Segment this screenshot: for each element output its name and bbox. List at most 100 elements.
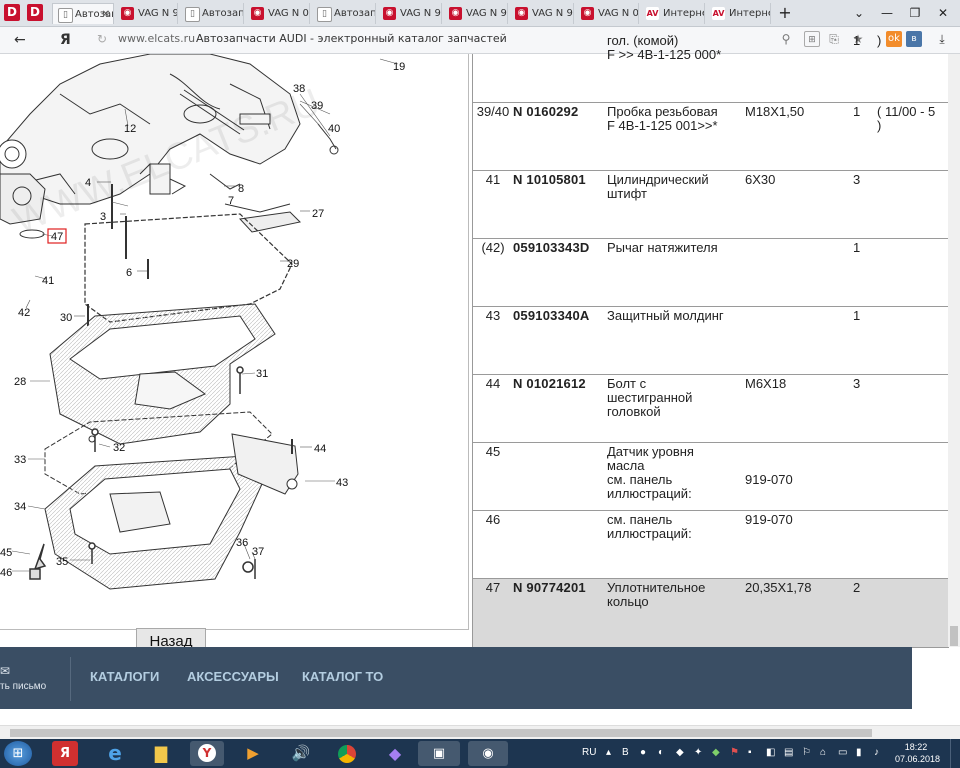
yandex-button[interactable]: Я [60,30,71,50]
refresh-icon[interactable]: ↻ [94,31,110,47]
audio-icon[interactable]: 🔊 [284,741,318,766]
diagram-callout[interactable]: 29 [287,258,299,270]
pinned-tab[interactable]: D [27,4,43,21]
diagram-callout[interactable]: 40 [328,123,340,135]
volume-icon[interactable]: ♪ [874,747,879,758]
scrollbar-thumb[interactable] [10,729,872,737]
minimize-button[interactable]: — [873,3,901,23]
tabs-menu-button[interactable]: ⌄ [845,3,873,23]
language-indicator[interactable]: RU [582,747,596,758]
diagram-callout[interactable]: 46 [0,567,12,579]
tray-arrow-icon[interactable]: ▴ [606,747,611,758]
vertical-scrollbar[interactable] [948,54,960,647]
diagram-callout[interactable]: 12 [124,123,136,135]
diagram-callout[interactable]: 35 [56,556,68,568]
browser-tab[interactable]: ◉ VAG N 90 [378,3,442,24]
diagram-callout[interactable]: 45 [0,547,12,559]
close-tab-icon[interactable]: ✕ [102,4,110,24]
parts-table-row[interactable]: 43 059103340A Защитный молдинг 1 [473,306,949,375]
signal-icon[interactable]: ▮ [856,747,862,758]
tray-app-icon[interactable]: ▪ [748,747,752,758]
part-number[interactable]: N 90774201 [513,581,607,595]
diagram-callout[interactable]: 30 [60,312,72,324]
diagram-callout[interactable]: 27 [312,208,324,220]
tray-app-icon[interactable]: ⚑ [730,747,739,758]
internet-explorer-icon[interactable]: e [98,741,132,766]
diagram-callout[interactable]: 42 [18,307,30,319]
new-tab-button[interactable]: + [771,3,799,23]
part-number[interactable]: 059103343D [513,241,607,255]
parts-table-row[interactable]: 45 Датчик уровня масла см. панель иллюстр… [473,442,949,511]
network-icon[interactable]: ⌂ [820,747,826,758]
pinned-tab[interactable]: D [4,4,20,21]
battery-icon[interactable]: ▭ [838,747,847,758]
parts-table-row[interactable]: 41 N 10105801 Цилиндрический штифт 6X30 3 [473,170,949,239]
app-window-icon[interactable]: ▣ [418,741,460,766]
show-desktop-button[interactable] [950,739,960,768]
diagram-callout[interactable]: 19 [393,61,405,73]
flag-icon[interactable]: ⚐ [802,747,811,758]
file-explorer-icon[interactable]: ▇ [144,741,178,766]
diagram-callout[interactable]: 47 [51,231,63,243]
close-window-button[interactable]: ✕ [929,3,957,23]
media-player-icon[interactable]: ▶ [236,741,270,766]
browser-tab[interactable]: ▯Автозапчасти✕ [52,3,114,24]
tray-app-icon[interactable]: ◧ [766,747,775,758]
maximize-button[interactable]: ❐ [901,3,929,23]
diagram-callout[interactable]: 8 [238,183,244,195]
parts-table-row[interactable]: (42) 059103343D Рычаг натяжителя 1 [473,238,949,307]
diagram-callout[interactable]: 34 [14,501,26,513]
system-clock[interactable]: 18:22 07.06.2018 [895,741,940,765]
browser-tab[interactable]: AV Интернет [707,3,771,24]
horizontal-scrollbar[interactable] [0,725,960,740]
tray-app-icon[interactable]: ◆ [712,747,720,758]
browser-tab[interactable]: ◉ VAG N 90 [444,3,508,24]
browser-tab[interactable]: ◉ VAG N 90 [116,3,178,24]
parts-diagram[interactable]: 19 38 39 40 12 8 4 7 3 27 47 41 6 29 42 30 31 28 32 44 33 43 3… [0,54,469,630]
diagram-callout[interactable]: 33 [14,454,26,466]
browser-tab[interactable]: ◉ VAG N 04 [246,3,310,24]
yandex-browser-taskbar-icon[interactable]: Y [190,741,224,766]
yandex-taskbar-icon[interactable]: Я [52,741,78,766]
url-text[interactable]: www.elcats.ru [118,32,195,45]
diagram-callout[interactable]: 36 [236,537,248,549]
start-button[interactable]: ⊞ [4,741,32,766]
tray-app-icon[interactable]: ◐ [658,747,664,758]
diagram-callout[interactable]: 28 [14,376,26,388]
parts-table-row[interactable]: 47 N 90774201 Уплотнительное кольцо 20,35X1… [473,578,949,648]
back-arrow-icon[interactable]: ← [14,30,26,50]
parts-table-row[interactable]: 39/40 N 0160292 Пробка резьбовая F 4B-1-12… [473,102,949,171]
tray-app-icon[interactable]: ▤ [784,747,793,758]
diagram-callout[interactable]: 31 [256,368,268,380]
nav-catalogs[interactable]: КАТАЛОГИ [90,669,159,684]
tray-app-icon[interactable]: ● [640,747,646,758]
parts-table-row[interactable]: 46 см. панель иллюстраций: 919-070 [473,510,949,579]
browser-tab[interactable]: ◉ VAG N 01 [576,3,639,24]
scrollbar-thumb[interactable] [950,626,958,646]
browser-tab[interactable]: ▯Автозапч [312,3,376,24]
diagram-callout[interactable]: 3 [100,211,106,223]
tray-app-icon[interactable]: ◆ [676,747,684,758]
nav-service-catalog[interactable]: КАТАЛОГ ТО [302,669,383,684]
vk-tray-icon[interactable]: B [622,747,629,758]
parts-table-row[interactable]: гол. (комой) F >> 4B-1-125 000* 1) [473,34,949,102]
write-letter-link[interactable]: ✉ ть письмо [0,664,46,692]
part-number[interactable]: 059103340A [513,309,607,323]
browser-tab[interactable]: ▯Автозапч [180,3,244,24]
browser-tab[interactable]: ◉ VAG N 90 [510,3,574,24]
visual-studio-icon[interactable]: ◆ [378,741,412,766]
part-number[interactable]: N 10105801 [513,173,607,187]
tray-app-icon[interactable]: ✦ [694,747,702,758]
diagram-callout[interactable]: 6 [126,267,132,279]
diagram-callout[interactable]: 37 [252,546,264,558]
diagram-callout[interactable]: 7 [228,195,234,207]
diagram-callout[interactable]: 32 [113,442,125,454]
part-number[interactable]: N 01021612 [513,377,607,391]
diagram-callout[interactable]: 44 [314,443,326,455]
nav-accessories[interactable]: АКСЕССУАРЫ [187,669,279,684]
camera-app-icon[interactable]: ◉ [468,741,508,766]
browser-tab[interactable]: AV Интернет [641,3,705,24]
parts-table-row[interactable]: 44 N 01021612 Болт с шестигранной головкой… [473,374,949,443]
diagram-callout[interactable]: 41 [42,275,54,287]
part-number[interactable]: N 0160292 [513,105,607,119]
